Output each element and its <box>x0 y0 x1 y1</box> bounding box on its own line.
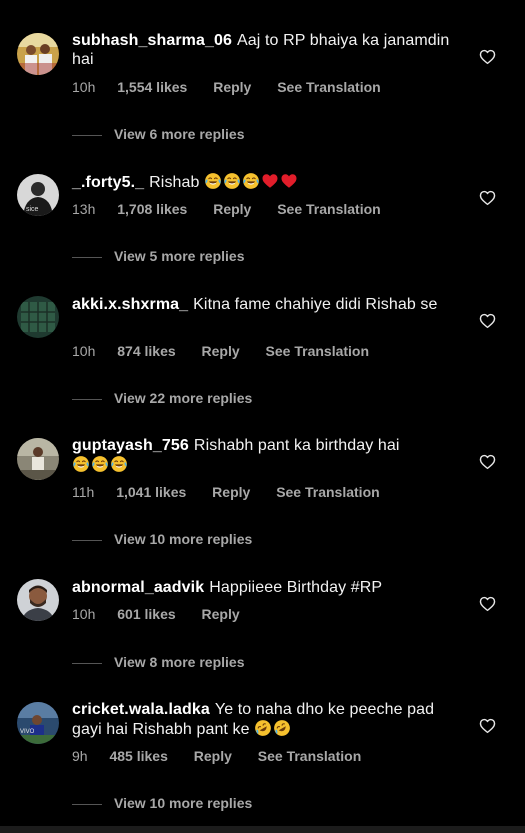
avatar[interactable] <box>17 438 59 480</box>
laugh-cry-emoji-icon <box>204 172 222 190</box>
comment-body: Kitna fame chahiye didi Rishab se <box>193 296 438 313</box>
laugh-cry-emoji-icon <box>242 172 260 190</box>
comment-username[interactable]: cricket.wala.ladka <box>72 701 210 718</box>
see-translation-button[interactable]: See Translation <box>277 200 380 218</box>
comment-likes[interactable]: 1,708 likes <box>117 200 187 218</box>
avatar[interactable]: VIVO <box>17 702 59 744</box>
view-more-replies-label: View 8 more replies <box>114 654 245 670</box>
comment-time: 10h <box>72 606 96 622</box>
bottom-edge <box>0 826 525 833</box>
see-translation-button[interactable]: See Translation <box>276 483 379 501</box>
avatar[interactable] <box>17 296 59 338</box>
view-more-replies-button[interactable]: View 8 more replies <box>72 652 244 672</box>
comment-meta: 10h 601 likes Reply <box>72 605 262 623</box>
view-more-replies-label: View 5 more replies <box>114 248 245 264</box>
see-translation-button[interactable]: See Translation <box>277 78 380 96</box>
comment-likes[interactable]: 485 likes <box>109 747 167 765</box>
divider-line <box>72 803 102 805</box>
reply-button[interactable]: Reply <box>213 78 251 96</box>
view-more-replies-label: View 6 more replies <box>114 126 245 142</box>
comment-text: cricket.wala.ladka Ye to naha dho ke peec… <box>72 700 452 739</box>
see-translation-button[interactable]: See Translation <box>258 747 361 765</box>
see-translation-button[interactable]: See Translation <box>266 342 369 360</box>
comment-likes[interactable]: 874 likes <box>117 342 175 360</box>
like-heart-icon[interactable] <box>478 189 497 207</box>
comment-meta: 10h 1,554 likes Reply See Translation <box>72 78 403 96</box>
laugh-cry-emoji-icon <box>91 455 109 473</box>
comment-time: 10h <box>72 79 96 95</box>
comment-text: guptayash_756 Rishabh pant ka birthday ha… <box>72 436 452 475</box>
comment-username[interactable]: _.forty5._ <box>72 174 144 191</box>
view-more-replies-label: View 10 more replies <box>114 531 253 547</box>
like-heart-icon[interactable] <box>478 48 497 66</box>
divider-line <box>72 134 102 136</box>
laugh-cry-emoji-icon <box>223 172 241 190</box>
divider-line <box>72 539 102 541</box>
comment-text: akki.x.shxrma_ Kitna fame chahiye didi Ri… <box>72 295 452 314</box>
view-more-replies-button[interactable]: View 6 more replies <box>72 124 244 144</box>
view-more-replies-button[interactable]: View 10 more replies <box>72 529 252 549</box>
view-more-replies-button[interactable]: View 5 more replies <box>72 246 244 266</box>
comment-username[interactable]: abnormal_aadvik <box>72 579 204 596</box>
divider-line <box>72 398 102 400</box>
red-heart-emoji-icon <box>261 172 279 190</box>
comment-body: Rishabh pant ka birthday hai <box>193 437 400 454</box>
view-more-replies-button[interactable]: View 10 more replies <box>72 793 252 813</box>
comment-text: abnormal_aadvik Happiieee Birthday #RP <box>72 578 452 597</box>
view-more-replies-label: View 10 more replies <box>114 795 253 811</box>
like-heart-icon[interactable] <box>478 312 497 330</box>
comment-meta: 13h 1,708 likes Reply See Translation <box>72 200 403 218</box>
comment-likes[interactable]: 1,041 likes <box>116 483 186 501</box>
comment-meta: 9h 485 likes Reply See Translation <box>72 747 383 765</box>
red-heart-emoji-icon <box>280 172 298 190</box>
comment-username[interactable]: guptayash_756 <box>72 437 189 454</box>
svg-text:sice: sice <box>26 206 39 213</box>
like-heart-icon[interactable] <box>478 595 497 613</box>
laugh-cry-emoji-icon <box>72 455 90 473</box>
divider-line <box>72 662 102 664</box>
rofl-emoji-icon <box>273 719 291 737</box>
comment-text: subhash_sharma_06 Aaj to RP bhaiya ka jan… <box>72 31 452 69</box>
like-heart-icon[interactable] <box>478 717 497 735</box>
comment-body: Happiieee Birthday #RP <box>209 579 383 596</box>
like-heart-icon[interactable] <box>478 453 497 471</box>
divider-line <box>72 256 102 258</box>
avatar[interactable]: sice <box>17 174 59 216</box>
avatar[interactable] <box>17 579 59 621</box>
svg-text:VIVO: VIVO <box>20 729 35 735</box>
avatar[interactable] <box>17 33 59 75</box>
comment-likes[interactable]: 1,554 likes <box>117 78 187 96</box>
view-more-replies-button[interactable]: View 22 more replies <box>72 388 252 408</box>
comment-meta: 10h 874 likes Reply See Translation <box>72 342 391 360</box>
reply-button[interactable]: Reply <box>202 605 240 623</box>
laugh-cry-emoji-icon <box>110 455 128 473</box>
comment-time: 13h <box>72 201 96 217</box>
reply-button[interactable]: Reply <box>194 747 232 765</box>
comment-time: 9h <box>72 748 88 764</box>
comment-username[interactable]: akki.x.shxrma_ <box>72 296 188 313</box>
reply-button[interactable]: Reply <box>213 200 251 218</box>
rofl-emoji-icon <box>254 719 272 737</box>
reply-button[interactable]: Reply <box>202 342 240 360</box>
comment-text: _.forty5._ Rishab <box>72 172 452 192</box>
comment-likes[interactable]: 601 likes <box>117 605 175 623</box>
comment-body: Rishab <box>149 174 200 191</box>
comment-time: 11h <box>72 484 95 500</box>
comment-meta: 11h 1,041 likes Reply See Translation <box>72 483 402 501</box>
reply-button[interactable]: Reply <box>212 483 250 501</box>
view-more-replies-label: View 22 more replies <box>114 390 253 406</box>
comment-time: 10h <box>72 343 96 359</box>
comment-username[interactable]: subhash_sharma_06 <box>72 32 232 49</box>
